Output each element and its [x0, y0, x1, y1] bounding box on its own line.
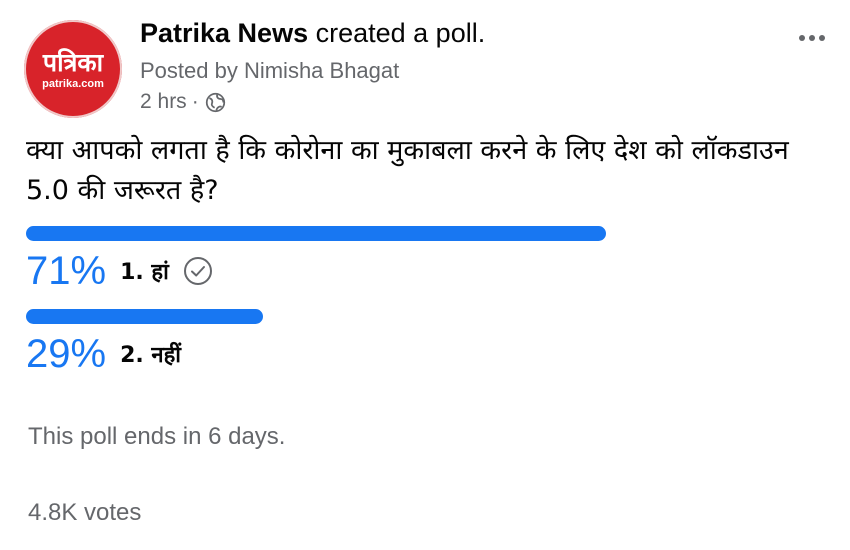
globe-icon[interactable]	[205, 92, 226, 113]
poll-option-1-label: 1. हां	[120, 260, 169, 285]
post-timestamp[interactable]: 2 hrs	[140, 90, 187, 114]
posted-by-text: Posted by Nimisha Bhagat	[140, 58, 400, 83]
avatar-logo-text: पत्रिका	[42, 48, 104, 77]
poll-option-2-bar-track	[26, 309, 786, 324]
avatar-site-text: patrika.com	[42, 78, 104, 90]
post-action-text: created a poll.	[308, 18, 486, 48]
post-header: पत्रिका patrika.com Patrika News created…	[24, 14, 834, 124]
poll-ends-text: This poll ends in 6 days.	[28, 423, 286, 450]
poll-question: क्या आपको लगता है कि कोरोना का मुकाबला क…	[26, 135, 789, 206]
poll-option-2-label: 2. नहीं	[120, 343, 181, 368]
poll-option-2-percent: 29%	[26, 332, 107, 376]
page-avatar[interactable]: पत्रिका patrika.com	[24, 20, 122, 118]
post-meta: 2 hrs ·	[140, 90, 226, 114]
more-options-icon[interactable]	[792, 28, 832, 48]
poll-option-1-bar	[26, 226, 606, 241]
meta-separator: ·	[191, 90, 199, 113]
poll-option-1-percent: 71%	[26, 249, 107, 293]
poll-option-1[interactable]: 71% 1. हां	[26, 226, 786, 293]
poll-option-1-bar-track	[26, 226, 786, 241]
votes-count-link[interactable]: 4.8K votes	[28, 499, 141, 527]
page-name-link[interactable]: Patrika News	[140, 18, 308, 48]
post-title-line: Patrika News created a poll.	[140, 18, 485, 49]
poll-option-2-bar	[26, 309, 263, 324]
check-circle-icon	[183, 256, 213, 286]
poll-option-2[interactable]: 29% 2. नहीं	[26, 309, 786, 376]
